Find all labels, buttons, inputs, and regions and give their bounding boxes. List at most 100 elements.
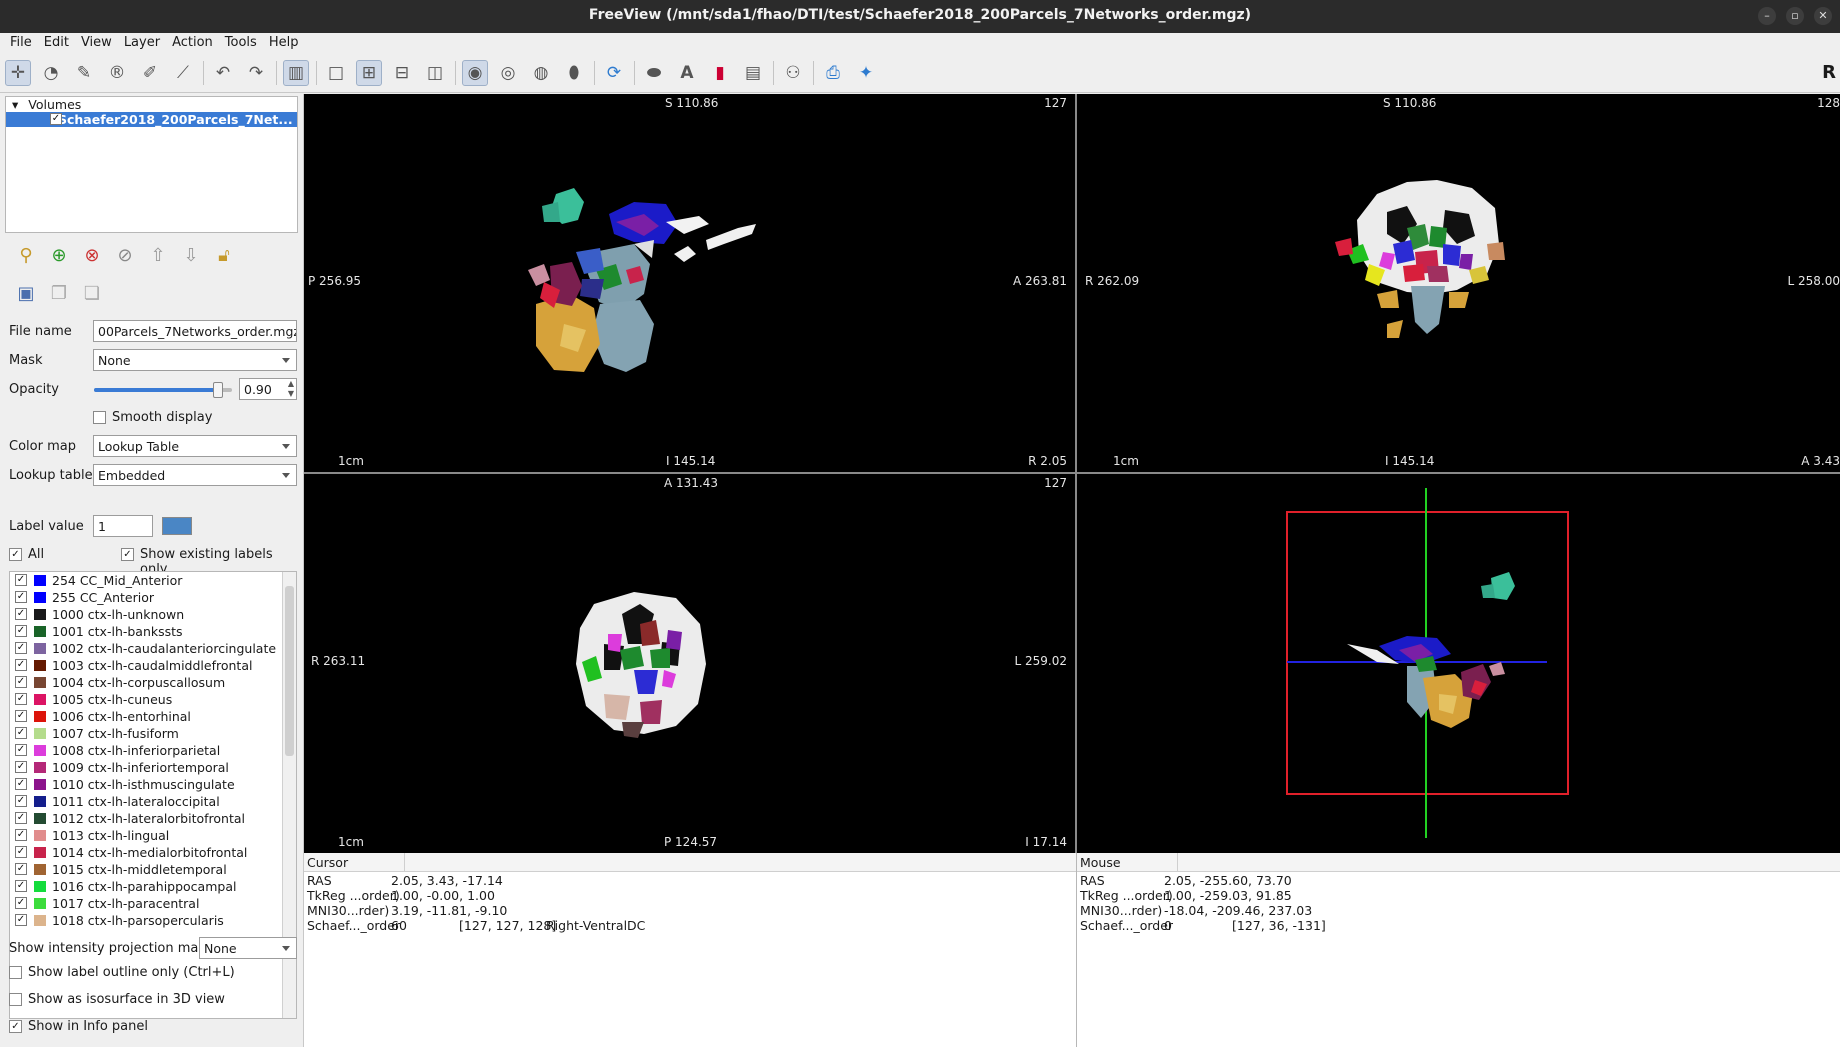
label-outline-checkbox[interactable] [9, 966, 22, 979]
existing-labels-checkbox[interactable]: ✓ [121, 548, 134, 561]
lookup-table-select[interactable]: Embedded [93, 464, 297, 486]
isosurface-checkbox[interactable] [9, 993, 22, 1006]
label-visible-checkbox[interactable]: ✓ [15, 744, 27, 756]
label-visible-checkbox[interactable]: ✓ [15, 795, 27, 807]
axial-view-icon[interactable]: ◍ [528, 60, 554, 86]
label-visible-checkbox[interactable]: ✓ [15, 574, 27, 586]
measure-tool-icon[interactable]: ⟋ [170, 60, 196, 86]
recon-edit-icon[interactable]: ✎ [71, 60, 97, 86]
label-list-item[interactable]: ✓ 255 CC_Anterior [10, 589, 296, 606]
menu-edit[interactable]: Edit [40, 33, 77, 53]
axial-view[interactable]: A 131.43 127 R 263.11 L 259.02 P 124.57 … [304, 474, 1075, 853]
label-list-item[interactable]: ✓ 1015 ctx-lh-middletemporal [10, 861, 296, 878]
menu-action[interactable]: Action [168, 33, 221, 53]
label-visible-checkbox[interactable]: ✓ [15, 880, 27, 892]
label-visible-checkbox[interactable]: ✓ [15, 778, 27, 790]
menu-tools[interactable]: Tools [221, 33, 265, 53]
opacity-slider[interactable] [94, 382, 232, 398]
toggle-panel-icon[interactable]: ▥ [283, 60, 309, 86]
opacity-slider-handle[interactable] [213, 382, 224, 398]
label-list-item[interactable]: ✓ 1007 ctx-lh-fusiform [10, 725, 296, 742]
expand-arrow-icon[interactable]: ▾ [12, 97, 18, 112]
label-visible-checkbox[interactable]: ✓ [15, 846, 27, 858]
navigate-tool-icon[interactable]: ✛ [5, 60, 31, 86]
label-list-item[interactable]: ✓ 1014 ctx-lh-medialorbitofrontal [10, 844, 296, 861]
spin-arrows-icon[interactable]: ▲ ▼ [288, 379, 294, 399]
layout-1-3-icon[interactable]: ⊟ [389, 60, 415, 86]
label-visible-checkbox[interactable]: ✓ [15, 710, 27, 722]
roi-edit-icon[interactable]: ® [104, 60, 130, 86]
label-list-item[interactable]: ✓ 1002 ctx-lh-caudalanteriorcingulate [10, 640, 296, 657]
label-list-item[interactable]: ✓ 1010 ctx-lh-isthmuscingulate [10, 776, 296, 793]
minimize-icon[interactable]: – [1758, 6, 1776, 25]
label-visible-checkbox[interactable]: ✓ [15, 829, 27, 841]
label-list-item[interactable]: ✓ 1013 ctx-lh-lingual [10, 827, 296, 844]
save-screenshot-icon[interactable]: ⎙ [820, 60, 846, 86]
3d-view-icon[interactable]: ⬮ [561, 60, 587, 86]
locate-icon[interactable]: ▣ [14, 282, 38, 306]
lock-icon[interactable]: 🔓︎ [212, 244, 236, 268]
layer-item-selected[interactable]: ✓ Schaefer2018_200Parcels_7Net... [6, 112, 297, 127]
annotation-text-icon[interactable]: A [674, 60, 700, 86]
label-list-item[interactable]: ✓ 1016 ctx-lh-parahippocampal [10, 878, 296, 895]
label-visible-checkbox[interactable]: ✓ [15, 897, 27, 909]
file-name-field[interactable]: 00Parcels_7Networks_order.mgz [93, 320, 297, 342]
label-list-item[interactable]: ✓ 1001 ctx-lh-bankssts [10, 623, 296, 640]
sync-views-icon[interactable]: ⚇ [780, 60, 806, 86]
coronal-view-icon[interactable]: ◎ [495, 60, 521, 86]
label-visible-checkbox[interactable]: ✓ [15, 693, 27, 705]
save-volume-icon[interactable]: ⊘ [113, 244, 137, 268]
menu-file[interactable]: File [6, 33, 40, 53]
coronal-view[interactable]: S 110.86 128 R 262.09 L 258.00 I 145.14 … [1077, 94, 1840, 472]
label-list-item[interactable]: ✓ 1004 ctx-lh-corpuscallosum [10, 674, 296, 691]
label-visible-checkbox[interactable]: ✓ [15, 914, 27, 926]
colormap-select[interactable]: Lookup Table [93, 435, 297, 457]
layout-1x1-icon[interactable]: □ [323, 60, 349, 86]
label-color-swatch[interactable] [162, 517, 192, 535]
sagittal-view-icon[interactable]: ◉ [462, 60, 488, 86]
layout-2x2-icon[interactable]: ⊞ [356, 60, 382, 86]
label-visible-checkbox[interactable]: ✓ [15, 608, 27, 620]
smooth-display-checkbox[interactable] [93, 411, 106, 424]
label-list-item[interactable]: ✓ 1017 ctx-lh-paracentral [10, 895, 296, 912]
opacity-spinbox[interactable]: 0.90 ▲ ▼ [239, 378, 297, 400]
label-list-item[interactable]: ✓ 1000 ctx-lh-unknown [10, 606, 296, 623]
move-up-icon[interactable]: ⇧ [146, 244, 170, 268]
sagittal-view[interactable]: S 110.86 127 P 256.95 A 263.81 I 145.14 … [304, 94, 1075, 472]
menu-layer[interactable]: Layer [120, 33, 168, 53]
tree-group-volumes[interactable]: ▾ Volumes [6, 97, 297, 112]
label-value-field[interactable]: 1 [93, 515, 153, 537]
label-list-item[interactable]: ✓ 1011 ctx-lh-lateraloccipital [10, 793, 296, 810]
label-visible-checkbox[interactable]: ✓ [15, 761, 27, 773]
projection-select[interactable]: None [199, 937, 297, 959]
color-bar-icon[interactable]: ▮ [707, 60, 733, 86]
load-volume-icon[interactable]: ⚲ [14, 244, 38, 268]
copy-icon[interactable]: ❐ [47, 282, 71, 306]
surface-icon[interactable]: ⬬ [641, 60, 667, 86]
label-list-item[interactable]: ✓ 254 CC_Mid_Anterior [10, 572, 296, 589]
undo-icon[interactable]: ↶ [210, 60, 236, 86]
3d-view[interactable] [1077, 474, 1840, 853]
label-list-item[interactable]: ✓ 1006 ctx-lh-entorhinal [10, 708, 296, 725]
label-visible-checkbox[interactable]: ✓ [15, 625, 27, 637]
layer-visible-checkbox[interactable]: ✓ [50, 113, 62, 125]
label-list-item[interactable]: ✓ 1009 ctx-lh-inferiortemporal [10, 759, 296, 776]
close-volume-icon[interactable]: ⊗ [80, 244, 104, 268]
menu-help[interactable]: Help [265, 33, 307, 53]
layout-1-3h-icon[interactable]: ◫ [422, 60, 448, 86]
label-list-item[interactable]: ✓ 1012 ctx-lh-lateralorbitofrontal [10, 810, 296, 827]
label-visible-checkbox[interactable]: ✓ [15, 591, 27, 603]
coordinate-panel-icon[interactable]: ▤ [740, 60, 766, 86]
label-visible-checkbox[interactable]: ✓ [15, 659, 27, 671]
label-visible-checkbox[interactable]: ✓ [15, 727, 27, 739]
reset-view-icon[interactable]: ⟳ [601, 60, 627, 86]
label-visible-checkbox[interactable]: ✓ [15, 642, 27, 654]
pointset-edit-icon[interactable]: ✐ [137, 60, 163, 86]
label-list-item[interactable]: ✓ 1005 ctx-lh-cuneus [10, 691, 296, 708]
all-labels-checkbox[interactable]: ✓ [9, 548, 22, 561]
point-set-icon[interactable]: ✦ [853, 60, 879, 86]
label-list-item[interactable]: ✓ 1003 ctx-lh-caudalmiddlefrontal [10, 657, 296, 674]
layer-tree[interactable]: ▾ Volumes ✓ Schaefer2018_200Parcels_7Net… [5, 96, 298, 233]
label-visible-checkbox[interactable]: ✓ [15, 863, 27, 875]
move-down-icon[interactable]: ⇩ [179, 244, 203, 268]
